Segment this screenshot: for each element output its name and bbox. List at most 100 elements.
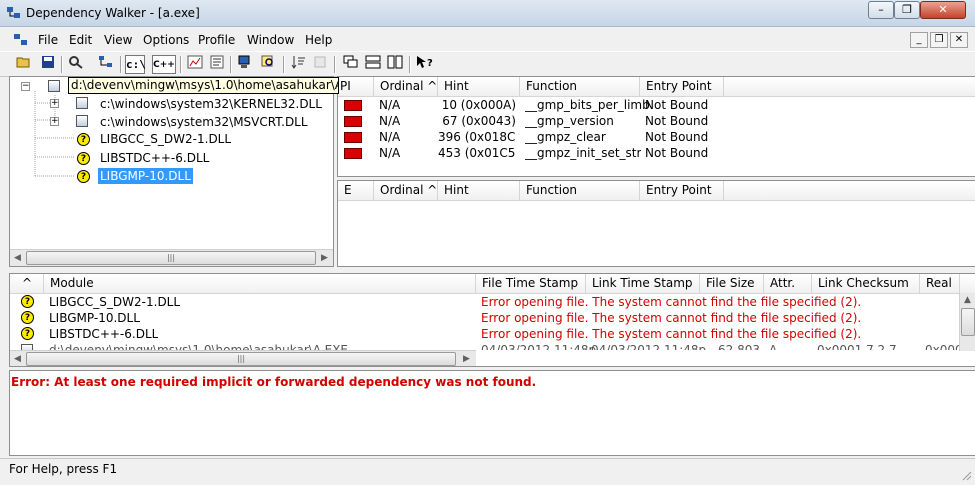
module-row[interactable]: ? LIBGCC_S_DW2-1.DLL Error opening file.… — [10, 294, 960, 310]
menu-options[interactable]: Options — [143, 33, 189, 47]
module-list-pane[interactable]: ^ Module File Time Stamp Link Time Stamp… — [9, 273, 975, 367]
properties-icon[interactable] — [207, 55, 227, 74]
col-real[interactable]: Real — [920, 274, 960, 293]
app-icon — [7, 7, 20, 18]
toolbar-separator — [334, 56, 336, 73]
col-pi[interactable]: PI — [338, 77, 374, 96]
modules-horizontal-scrollbar[interactable]: ◀ ||| ▶ — [10, 350, 476, 366]
menu-help[interactable]: Help — [305, 33, 332, 47]
module-row[interactable]: ? LIBGMP-10.DLL Error opening file. The … — [10, 310, 960, 326]
menu-view[interactable]: View — [104, 33, 132, 47]
tree-item-libgcc[interactable]: LIBGCC_S_DW2-1.DLL — [100, 131, 231, 147]
chart-icon[interactable] — [185, 55, 205, 74]
scroll-thumb[interactable]: ||| — [26, 352, 456, 366]
module-cell: LIBGMP-10.DLL — [49, 311, 140, 325]
scroll-up-icon[interactable]: ▲ — [960, 293, 975, 307]
modules-vertical-scrollbar[interactable]: ▲ — [959, 293, 975, 351]
tree-item-libgmp[interactable]: LIBGMP-10.DLL — [98, 168, 193, 184]
scroll-left-icon[interactable]: ◀ — [10, 352, 25, 366]
col-hint[interactable]: Hint — [438, 77, 520, 96]
col-ordinal[interactable]: Ordinal ^ — [374, 181, 438, 200]
col-entry-point[interactable]: Entry Point — [640, 77, 724, 96]
function-cell: __gmp_bits_per_limb — [525, 98, 650, 112]
import-row[interactable]: N/A 67 (0x0043) __gmp_version Not Bound — [338, 113, 975, 129]
module-cell: LIBGCC_S_DW2-1.DLL — [49, 295, 181, 309]
function-cell: __gmp_version — [525, 114, 614, 128]
col-file-time-stamp[interactable]: File Time Stamp — [476, 274, 586, 293]
minimize-button[interactable]: – — [868, 1, 894, 19]
cascade-windows-icon[interactable] — [341, 55, 361, 74]
col-hint[interactable]: Hint — [438, 181, 520, 200]
close-button[interactable]: ✕ — [920, 1, 966, 19]
col-file-size[interactable]: File Size — [700, 274, 764, 293]
search-icon[interactable] — [259, 55, 279, 74]
import-row[interactable]: N/A 396 (0x018C) __gmpz_clear Not Bound — [338, 129, 975, 145]
log-pane[interactable]: Error: At least one required implicit or… — [9, 370, 975, 456]
status-text: For Help, press F1 — [9, 462, 118, 476]
col-function[interactable]: Function — [520, 77, 640, 96]
tree-item-libstdc[interactable]: LIBSTDC++-6.DLL — [100, 150, 209, 166]
undecorate-cmd-button[interactable]: c:\ — [125, 55, 146, 74]
col-sort[interactable]: ^ — [10, 274, 44, 293]
scroll-right-icon[interactable]: ▶ — [317, 251, 332, 265]
window-title: Dependency Walker - [a.exe] — [26, 6, 200, 20]
clear-log-icon[interactable] — [311, 55, 331, 74]
missing-module-icon: ? — [77, 152, 90, 165]
module-row[interactable]: ? LIBSTDC++-6.DLL Error opening file. Th… — [10, 326, 960, 342]
menu-profile[interactable]: Profile — [198, 33, 235, 47]
col-ordinal[interactable]: Ordinal ^ — [374, 77, 438, 96]
import-row[interactable]: N/A 453 (0x01C5) __gmpz_init_set_str Not… — [338, 145, 975, 161]
col-e[interactable]: E — [338, 181, 374, 200]
modules-header: ^ Module File Time Stamp Link Time Stamp… — [10, 274, 975, 294]
col-function[interactable]: Function — [520, 181, 640, 200]
dependency-tree-icon[interactable] — [96, 55, 116, 74]
entry-point-cell: Not Bound — [645, 114, 709, 128]
scroll-left-icon[interactable]: ◀ — [10, 251, 25, 265]
collapse-icon[interactable]: − — [21, 82, 30, 91]
scroll-right-icon[interactable]: ▶ — [459, 352, 474, 366]
col-link-checksum[interactable]: Link Checksum — [812, 274, 920, 293]
col-module[interactable]: Module — [44, 274, 476, 293]
link-time-stamp-cell: 04/03/2012 11:48p — [591, 343, 707, 350]
help-icon[interactable]: ? — [415, 55, 435, 74]
mdi-minimize-button[interactable]: _ — [910, 32, 928, 48]
tile-vertical-icon[interactable] — [385, 55, 405, 74]
view-module-icon[interactable] — [235, 55, 255, 74]
module-icon — [76, 115, 88, 127]
checksum-cell: 0x0001 7 2 7 — [817, 343, 897, 350]
imports-pane[interactable]: PI Ordinal ^ Hint Function Entry Point N… — [337, 76, 975, 177]
toolbar-separator — [283, 56, 285, 73]
menu-window[interactable]: Window — [247, 33, 294, 47]
hint-cell: 67 (0x0043) — [442, 114, 516, 128]
tree-item-msvcrt[interactable]: c:\windows\system32\MSVCRT.DLL — [100, 114, 308, 130]
title-bar[interactable]: Dependency Walker - [a.exe] – ❐ ✕ — [0, 0, 975, 27]
scroll-thumb[interactable] — [961, 308, 975, 336]
restore-button[interactable]: ❐ — [894, 1, 920, 19]
scroll-thumb[interactable]: ||| — [26, 251, 316, 265]
menu-file[interactable]: File — [38, 33, 58, 47]
undecorate-cpp-button[interactable]: C++ — [152, 55, 176, 74]
resize-grip-icon[interactable] — [960, 469, 972, 481]
col-entry-point[interactable]: Entry Point — [640, 181, 724, 200]
tree-horizontal-scrollbar[interactable]: ◀ ||| ▶ — [10, 249, 333, 266]
import-row[interactable]: N/A 10 (0x000A) __gmp_bits_per_limb Not … — [338, 97, 975, 113]
col-attr[interactable]: Attr. — [764, 274, 812, 293]
mdi-restore-button[interactable]: ❐ — [930, 32, 948, 48]
tile-horizontal-icon[interactable] — [363, 55, 383, 74]
find-icon[interactable] — [66, 55, 86, 74]
open-icon[interactable] — [14, 55, 34, 74]
sort-icon[interactable] — [289, 55, 309, 74]
log-error-message: Error: At least one required implicit or… — [11, 375, 537, 389]
module-tree-pane[interactable]: − + c:\windows\system32\KERNEL32.DLL + c… — [9, 76, 334, 267]
col-link-time-stamp[interactable]: Link Time Stamp — [586, 274, 700, 293]
save-icon[interactable] — [38, 55, 58, 74]
module-row[interactable]: d:\devenv\mingw\msys\1.0\home\asahukar\A… — [10, 342, 960, 350]
expand-icon[interactable]: + — [50, 117, 59, 126]
mdi-close-button[interactable]: ✕ — [950, 32, 968, 48]
expand-icon[interactable]: + — [50, 99, 59, 108]
exports-pane[interactable]: E Ordinal ^ Hint Function Entry Point — [337, 180, 975, 267]
hint-cell: 453 (0x01C5) — [438, 146, 516, 160]
hint-cell: 10 (0x000A) — [441, 98, 516, 112]
tree-item-kernel32[interactable]: c:\windows\system32\KERNEL32.DLL — [100, 96, 322, 112]
menu-edit[interactable]: Edit — [69, 33, 92, 47]
